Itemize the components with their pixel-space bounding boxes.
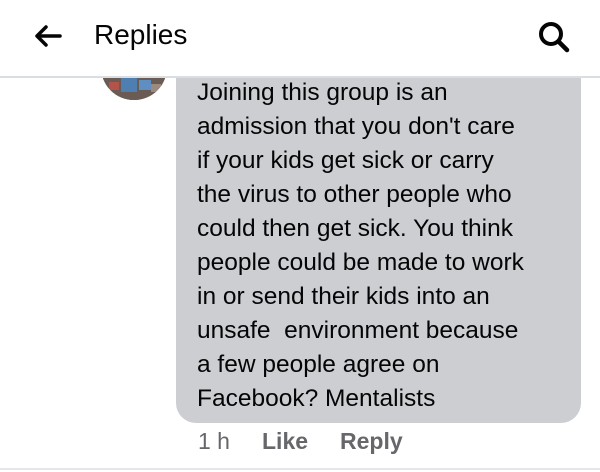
comment-bubble: Joining this group is an admission that …: [176, 40, 581, 423]
comment-line: Facebook? Mentalists: [197, 385, 436, 412]
replies-screen: Replies Joining this group is an admissi…: [0, 0, 600, 472]
comment-line: unsafe environment because: [197, 317, 519, 344]
divider: [0, 468, 600, 470]
comment-line: admission that you don't care: [197, 113, 515, 140]
comment-text: Joining this group is an admission that …: [197, 76, 581, 416]
comment-line: in or send their kids into an: [197, 283, 490, 310]
page-title: Replies: [94, 19, 188, 50]
comment-line: if your kids get sick or carry: [197, 147, 494, 174]
comment-timestamp: 1 h: [198, 428, 230, 454]
arrow-left-icon: [35, 25, 62, 47]
reply-button[interactable]: Reply: [340, 425, 403, 457]
like-button[interactable]: Like: [262, 425, 308, 457]
search-button[interactable]: [532, 15, 576, 59]
comment-line: a few people agree on: [197, 351, 440, 378]
back-button[interactable]: [28, 18, 68, 54]
comment-line: Joining this group is an: [197, 79, 448, 106]
header-bar: Replies: [0, 0, 600, 78]
comment-line: the virus to other people who: [197, 181, 512, 208]
comment-line: people could be made to work: [197, 249, 524, 276]
comment-line: could then get sick. You think: [197, 215, 513, 242]
search-icon: [539, 22, 570, 53]
